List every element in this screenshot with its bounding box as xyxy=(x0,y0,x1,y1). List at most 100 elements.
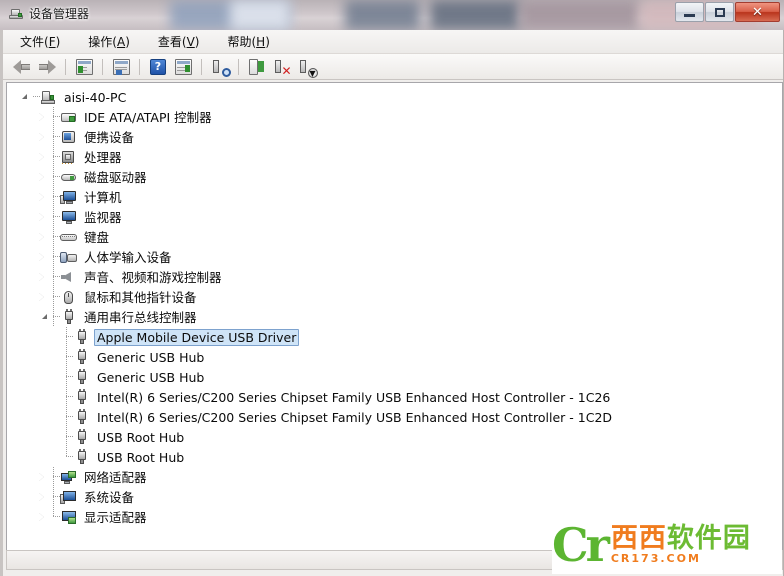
tree-item-intel-usb-ehci-1c2d[interactable]: Intel(R) 6 Series/C200 Series Chipset Fa… xyxy=(7,407,782,427)
expander-icon[interactable] xyxy=(35,191,48,204)
tree-item-label: 便携设备 xyxy=(81,129,137,146)
device-tree: aisi-40-PC IDE ATA/ATAPI 控制器 便携设备 xyxy=(7,83,782,527)
tree-item-label: 处理器 xyxy=(81,149,125,166)
tree-item-network-adapters[interactable]: 网络适配器 xyxy=(7,467,782,487)
disable-device-button[interactable]: ▼ xyxy=(296,56,318,78)
expander-icon[interactable] xyxy=(35,151,48,164)
tree-item-usb-root-hub-1[interactable]: USB Root Hub xyxy=(7,427,782,447)
expander-icon[interactable] xyxy=(35,211,48,224)
tree-item-label: 鼠标和其他指针设备 xyxy=(81,289,200,306)
maximize-icon xyxy=(715,8,725,17)
tree-item-label: 磁盘驱动器 xyxy=(81,169,150,186)
computer-node-icon xyxy=(60,189,78,205)
properties-button[interactable] xyxy=(110,56,132,78)
tree-item-label: 计算机 xyxy=(81,189,125,206)
tree-item-usb-root-hub-2[interactable]: USB Root Hub xyxy=(7,447,782,467)
tree-root-label: aisi-40-PC xyxy=(61,89,129,106)
keyboard-icon xyxy=(60,229,78,245)
expander-icon[interactable] xyxy=(35,251,48,264)
tree-item-apple-mobile-device-usb-driver[interactable]: Apple Mobile Device USB Driver xyxy=(7,327,782,347)
left-arrow-icon xyxy=(13,60,31,74)
expander-icon[interactable] xyxy=(35,111,48,124)
expander-icon[interactable] xyxy=(35,231,48,244)
properties-icon xyxy=(113,59,130,75)
tree-item-processors[interactable]: 处理器 xyxy=(7,147,782,167)
expander-icon[interactable] xyxy=(35,131,48,144)
tree-item-label: Intel(R) 6 Series/C200 Series Chipset Fa… xyxy=(94,389,613,406)
usb-device-icon xyxy=(73,369,91,385)
sound-controller-icon xyxy=(60,269,78,285)
site-watermark: Cr 西西软件园 CR173.COM xyxy=(552,516,782,574)
watermark-name-part1: 西西 xyxy=(611,523,667,554)
forward-button[interactable] xyxy=(36,56,58,78)
show-hide-action-pane-button[interactable] xyxy=(172,56,194,78)
menu-item-action[interactable]: 操作(A) xyxy=(85,31,133,52)
menu-item-help[interactable]: 帮助(H) xyxy=(224,31,272,52)
tree-line xyxy=(48,227,60,247)
tree-line xyxy=(48,127,60,147)
action-pane-icon xyxy=(175,59,192,75)
tree-item-keyboards[interactable]: 键盘 xyxy=(7,227,782,247)
tree-item-intel-usb-ehci-1c26[interactable]: Intel(R) 6 Series/C200 Series Chipset Fa… xyxy=(7,387,782,407)
tree-line xyxy=(48,147,60,167)
monitor-icon xyxy=(60,209,78,225)
tree-item-disk-drives[interactable]: 磁盘驱动器 xyxy=(7,167,782,187)
window-title: 设备管理器 xyxy=(29,5,89,22)
tree-item-monitors[interactable]: 监视器 xyxy=(7,207,782,227)
expander-icon[interactable] xyxy=(35,511,48,524)
desktop-blur-d xyxy=(430,0,520,30)
mouse-icon xyxy=(60,289,78,305)
tree-root-node[interactable]: aisi-40-PC xyxy=(7,87,782,107)
tree-item-computer[interactable]: 计算机 xyxy=(7,187,782,207)
tree-item-generic-usb-hub-1[interactable]: Generic USB Hub xyxy=(7,347,782,367)
tree-item-label: Generic USB Hub xyxy=(94,369,207,386)
tree-item-generic-usb-hub-2[interactable]: Generic USB Hub xyxy=(7,367,782,387)
tree-item-ide-controllers[interactable]: IDE ATA/ATAPI 控制器 xyxy=(7,107,782,127)
back-button[interactable] xyxy=(11,56,33,78)
tree-item-hid[interactable]: 人体学输入设备 xyxy=(7,247,782,267)
expander-icon[interactable] xyxy=(35,171,48,184)
tree-item-mice[interactable]: 鼠标和其他指针设备 xyxy=(7,287,782,307)
tree-line xyxy=(48,467,60,487)
minimize-icon xyxy=(684,14,695,17)
usb-device-icon xyxy=(73,349,91,365)
title-bar[interactable]: 设备管理器 ✕ xyxy=(0,0,784,30)
menu-item-file[interactable]: 文件(F) xyxy=(17,31,63,52)
expander-icon[interactable] xyxy=(35,291,48,304)
tree-item-system-devices[interactable]: 系统设备 xyxy=(7,487,782,507)
disk-drive-icon xyxy=(60,169,78,185)
help-icon: ? xyxy=(150,59,166,75)
tree-item-usb-controllers[interactable]: 通用串行总线控制器 xyxy=(7,307,782,327)
watermark-domain: CR173.COM xyxy=(611,552,751,565)
maximize-button[interactable] xyxy=(705,2,734,22)
disable-device-icon: ▼ xyxy=(299,59,316,75)
minimize-button[interactable] xyxy=(675,2,704,22)
close-button[interactable]: ✕ xyxy=(735,2,780,22)
tree-item-sound-video-game-controllers[interactable]: 声音、视频和游戏控制器 xyxy=(7,267,782,287)
tree-item-label: 声音、视频和游戏控制器 xyxy=(81,269,225,286)
portable-device-icon xyxy=(60,129,78,145)
tree-item-label: 键盘 xyxy=(81,229,112,246)
tree-item-label: Apple Mobile Device USB Driver xyxy=(94,329,299,346)
tree-line xyxy=(48,287,60,307)
tree-item-portable-devices[interactable]: 便携设备 xyxy=(7,127,782,147)
update-driver-button[interactable] xyxy=(246,56,268,78)
scan-for-hardware-changes-button[interactable] xyxy=(209,56,231,78)
menu-item-view[interactable]: 查看(V) xyxy=(155,31,203,52)
expander-icon[interactable] xyxy=(35,491,48,504)
uninstall-device-button[interactable]: ✕ xyxy=(271,56,293,78)
tree-line xyxy=(48,507,60,527)
toolbar-separator-1 xyxy=(65,59,66,75)
right-arrow-icon xyxy=(38,60,56,74)
expander-icon[interactable] xyxy=(15,91,28,104)
expander-icon[interactable] xyxy=(35,311,48,324)
network-adapter-icon xyxy=(60,469,78,485)
expander-icon[interactable] xyxy=(35,271,48,284)
expander-icon[interactable] xyxy=(35,471,48,484)
tree-item-label: 系统设备 xyxy=(81,489,137,506)
help-button[interactable]: ? xyxy=(147,56,169,78)
show-hide-console-tree-button[interactable] xyxy=(73,56,95,78)
close-icon: ✕ xyxy=(752,6,763,19)
device-tree-pane[interactable]: aisi-40-PC IDE ATA/ATAPI 控制器 便携设备 xyxy=(6,82,783,552)
caption-buttons: ✕ xyxy=(674,2,780,22)
